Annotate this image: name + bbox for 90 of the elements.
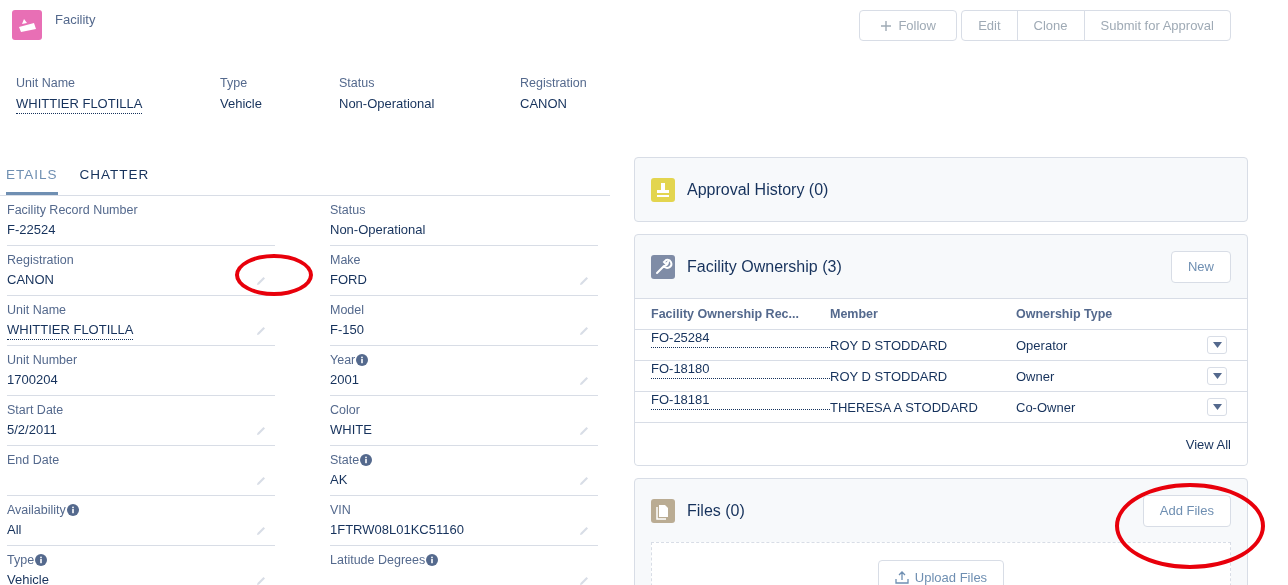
pencil-icon[interactable]	[578, 375, 590, 387]
tab[interactable]: ETAILS	[6, 157, 58, 195]
field-value: FORD	[330, 272, 367, 287]
highlight-value: CANON	[520, 96, 568, 111]
stamp-icon	[651, 177, 675, 202]
record-link[interactable]: FO-18181	[651, 392, 830, 410]
pencil-icon[interactable]	[255, 275, 267, 287]
pencil-icon[interactable]	[578, 275, 590, 287]
highlight-label: Unit Name	[16, 76, 77, 90]
field-label: Start Date	[7, 403, 64, 417]
field-value: WHITE	[330, 422, 372, 437]
field-value: F-150	[330, 322, 364, 337]
upload-files-button[interactable]: Upload Files	[877, 560, 1005, 585]
field-value: Vehicle	[7, 572, 49, 585]
pencil-icon[interactable]	[578, 525, 590, 537]
field-label: Color	[330, 403, 360, 417]
caret-icon	[1212, 404, 1222, 410]
field-value: CANON	[7, 272, 54, 287]
pencil-icon[interactable]	[255, 475, 267, 487]
facility-icon	[12, 10, 42, 40]
field-label: Registration	[7, 253, 74, 267]
field-value: 5/2/2011	[7, 422, 57, 437]
table-cell-text: Owner	[1016, 368, 1056, 384]
row-menu-button[interactable]	[1207, 336, 1227, 354]
field-label: Make	[330, 253, 361, 267]
plus-icon	[880, 19, 893, 32]
info-icon[interactable]	[426, 554, 439, 566]
card-title: Approval History (0)	[687, 180, 830, 199]
field-value: 1FTRW08L01KC51160	[330, 522, 464, 537]
info-icon[interactable]	[66, 504, 79, 516]
field-label: Facility Record Number	[7, 203, 138, 217]
pencil-icon[interactable]	[578, 325, 590, 337]
table-cell-text: ROY D STODDARD	[830, 337, 949, 353]
field-label: Latitude Degrees	[330, 553, 426, 567]
view-all-link[interactable]: View All	[1185, 436, 1231, 452]
pencil-icon[interactable]	[255, 425, 267, 437]
field-label: VIN	[330, 503, 351, 517]
field-label: Model	[330, 303, 365, 317]
row-menu-button[interactable]	[1207, 398, 1227, 416]
highlight-label: Registration	[520, 76, 587, 90]
column-header[interactable]: Ownership Type	[1016, 307, 1207, 321]
table-cell-text: Co-Owner	[1016, 399, 1077, 415]
column-header[interactable]: Facility Ownership Rec...	[651, 307, 830, 321]
add-files-button[interactable]: Add Files	[1142, 494, 1231, 527]
highlight-label: Status	[339, 76, 376, 90]
table-cell-text: THERESA A STODDARD	[830, 399, 979, 415]
field-value: AK	[330, 472, 348, 487]
record-link[interactable]: FO-18180	[651, 361, 830, 379]
table-cell-text: ROY D STODDARD	[830, 368, 949, 384]
file-icon	[651, 498, 675, 523]
row-menu-button[interactable]	[1207, 367, 1227, 385]
highlight-label: Type	[220, 76, 249, 90]
pencil-icon[interactable]	[578, 425, 590, 437]
caret-icon	[1212, 373, 1222, 379]
field-value: Non-Operational	[330, 222, 426, 237]
field-value: 2001	[330, 372, 359, 387]
field-label: Unit Number	[7, 353, 78, 367]
highlight-value[interactable]: WHITTIER FLOTILLA	[16, 96, 143, 114]
column-header[interactable]: Member	[830, 307, 1016, 321]
field-value: All	[7, 522, 22, 537]
pencil-icon[interactable]	[255, 525, 267, 537]
wrench-icon	[651, 254, 675, 279]
field-label: State	[330, 453, 360, 467]
field-label: Unit Name	[7, 303, 67, 317]
new-button[interactable]: New	[1171, 250, 1231, 283]
caret-icon	[1212, 342, 1222, 348]
card-title: Facility Ownership (3)	[687, 257, 843, 276]
field-label: End Date	[7, 453, 60, 467]
highlight-value: Vehicle	[220, 96, 263, 111]
pencil-icon[interactable]	[255, 575, 267, 585]
upload-icon	[894, 570, 909, 584]
field-value: 1700204	[7, 372, 58, 387]
pencil-icon[interactable]	[255, 325, 267, 337]
field-label: Type	[7, 553, 35, 567]
pencil-icon[interactable]	[578, 575, 590, 585]
info-icon[interactable]	[356, 354, 369, 366]
highlight-value: Non-Operational	[339, 96, 436, 111]
field-label: Availability	[7, 503, 66, 517]
info-icon[interactable]	[360, 454, 373, 466]
field-label: Year	[330, 353, 356, 367]
pencil-icon[interactable]	[578, 475, 590, 487]
field-value: F-22524	[7, 222, 56, 237]
record-link[interactable]: FO-25284	[651, 330, 830, 348]
object-type-label: Facility	[55, 12, 96, 27]
tab[interactable]: CHATTER	[79, 157, 150, 195]
info-icon[interactable]	[35, 554, 48, 566]
table-cell-text: Operator	[1016, 337, 1069, 353]
field-value[interactable]: WHITTIER FLOTILLA	[7, 322, 134, 340]
field-label: Status	[330, 203, 366, 217]
card-title: Files (0)	[687, 501, 746, 520]
